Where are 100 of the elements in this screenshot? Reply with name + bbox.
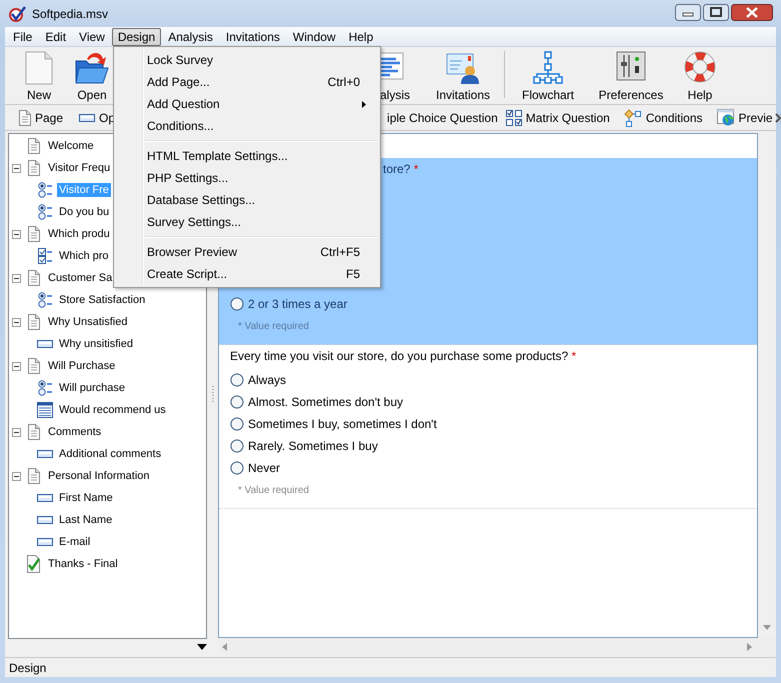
radio-button[interactable]	[230, 461, 244, 475]
toolbar-button[interactable]: Conditions	[622, 106, 705, 128]
tree-item[interactable]: Will purchase	[57, 381, 128, 395]
tree-item[interactable]: Why unsitisfied	[57, 337, 135, 351]
question-text: Every time you visit our store, do you purchase some products? *	[230, 349, 578, 363]
option-label: Always	[248, 373, 286, 387]
menu-item[interactable]: Conditions...	[114, 115, 380, 137]
tree-item[interactable]: Last Name	[57, 513, 114, 527]
menu-item[interactable]: Add Question	[114, 93, 380, 115]
menu-item[interactable]: View	[73, 28, 111, 46]
tree-item[interactable]: Additional comments	[57, 447, 164, 461]
blank-page-icon	[25, 51, 53, 85]
shortcut-label: Ctrl+0	[328, 75, 360, 89]
menu-item[interactable]: Design	[112, 28, 162, 46]
text-field-icon	[37, 516, 53, 524]
page-icon	[28, 468, 40, 484]
browser-globe-icon	[716, 109, 735, 126]
toolbar-button[interactable]: iple Choice Question	[385, 108, 500, 126]
menu-item[interactable]: Analysis	[162, 28, 219, 46]
toolbar-button[interactable]: Flowchart	[511, 47, 585, 104]
control-panel-icon	[616, 51, 646, 81]
page-check-icon	[27, 555, 41, 573]
toolbar-button[interactable]: Previe	[714, 107, 775, 128]
list-box-icon	[37, 402, 53, 418]
tree-item[interactable]: Customer Sa	[46, 271, 114, 285]
menu-item[interactable]: Edit	[39, 28, 72, 46]
checkmark-logo-icon	[8, 6, 26, 22]
collapse-icon[interactable]	[12, 230, 21, 238]
radio-button[interactable]	[230, 373, 244, 387]
tree-item[interactable]: Comments	[46, 425, 104, 439]
page-icon	[28, 226, 40, 242]
tree-item[interactable]: Do you bu	[57, 205, 112, 219]
collapse-icon[interactable]	[12, 274, 21, 282]
tree-item[interactable]: Why Unsatisfied	[46, 315, 130, 329]
menu-item[interactable]: File	[7, 28, 38, 46]
tree-item[interactable]: Will Purchase	[46, 359, 118, 373]
checkbox-list-icon	[38, 248, 52, 264]
toolbar-button[interactable]: Matrix Question	[504, 108, 612, 128]
option-label: 2 or 3 times a year	[248, 297, 348, 311]
collapse-icon[interactable]	[12, 164, 21, 172]
radio-list-icon	[38, 182, 52, 198]
checkbox-grid-icon	[506, 110, 522, 126]
tree-item[interactable]: E-mail	[57, 535, 92, 549]
page-icon	[28, 424, 40, 440]
toolbar-button[interactable]: Page	[17, 108, 66, 128]
option-label: Sometimes I buy, sometimes I don't	[248, 417, 437, 431]
folder-arrow-icon	[75, 51, 109, 85]
page-icon	[28, 270, 40, 286]
radio-button[interactable]	[230, 297, 244, 311]
option-label: Rarely. Sometimes I buy	[248, 439, 378, 453]
toolbar-button[interactable]: Open	[67, 47, 117, 104]
tree-item[interactable]: Welcome	[46, 139, 96, 153]
toolbar-button[interactable]: New	[14, 47, 64, 104]
toolbar-button[interactable]: Invitations	[426, 47, 500, 104]
tree-item[interactable]: Store Satisfaction	[57, 293, 148, 307]
card-person-icon	[446, 51, 480, 85]
radio-button[interactable]	[230, 417, 244, 431]
radio-list-icon	[38, 204, 52, 220]
collapse-icon[interactable]	[12, 428, 21, 436]
radio-button[interactable]	[230, 395, 244, 409]
tree-item[interactable]: Personal Information	[46, 469, 152, 483]
page-icon	[28, 160, 40, 176]
condition-diagram-icon	[624, 108, 642, 126]
tree-item[interactable]: Would recommend us	[57, 403, 168, 417]
page-icon	[28, 358, 40, 374]
question-block[interactable]: Every time you visit our store, do you purchase some products? * Always Almost. Sometimes don't buy Sometimes I buy, sometimes I don't Rarely. Sometimes I buy Never * Value required	[219, 345, 757, 509]
text-field-icon	[37, 340, 53, 348]
menu-item[interactable]: Add Page... Ctrl+0	[114, 71, 380, 93]
collapse-icon[interactable]	[12, 472, 21, 480]
toolbar-button[interactable]: Help	[675, 47, 725, 104]
tree-item[interactable]: Which produ	[46, 227, 112, 241]
close-button[interactable]	[731, 4, 773, 21]
radio-list-icon	[38, 292, 52, 308]
question-text: tore? *	[382, 162, 420, 176]
page-icon	[19, 110, 31, 126]
tree-item[interactable]: Visitor Frequ	[46, 161, 112, 175]
page-icon	[28, 138, 40, 154]
text-field-icon	[79, 114, 96, 122]
menu-item[interactable]: Help	[342, 28, 380, 46]
text-field-icon	[37, 538, 53, 546]
menu-item[interactable]: Lock Survey	[114, 49, 380, 71]
radio-button[interactable]	[230, 439, 244, 453]
collapse-icon[interactable]	[12, 362, 21, 370]
page-icon	[28, 314, 40, 330]
text-field-icon	[37, 450, 53, 458]
tree-item[interactable]: Which pro	[57, 249, 111, 263]
maximize-button[interactable]	[703, 4, 729, 21]
bar-chart-icon	[380, 51, 404, 81]
collapse-icon[interactable]	[12, 318, 21, 326]
menu-item[interactable]: Window	[286, 28, 342, 46]
tree-item[interactable]: Thanks - Final	[46, 557, 120, 571]
radio-list-icon	[38, 380, 52, 396]
flowchart-icon	[532, 51, 564, 85]
text-field-icon	[37, 494, 53, 502]
tree-item[interactable]: First Name	[57, 491, 115, 505]
menu-item[interactable]: Invitations	[220, 28, 286, 46]
minimize-button[interactable]	[675, 4, 701, 21]
toolbar-button[interactable]: Preferences	[589, 47, 673, 104]
shortcut-label: F5	[346, 267, 360, 281]
dropdown-arrow-icon[interactable]	[197, 644, 207, 650]
